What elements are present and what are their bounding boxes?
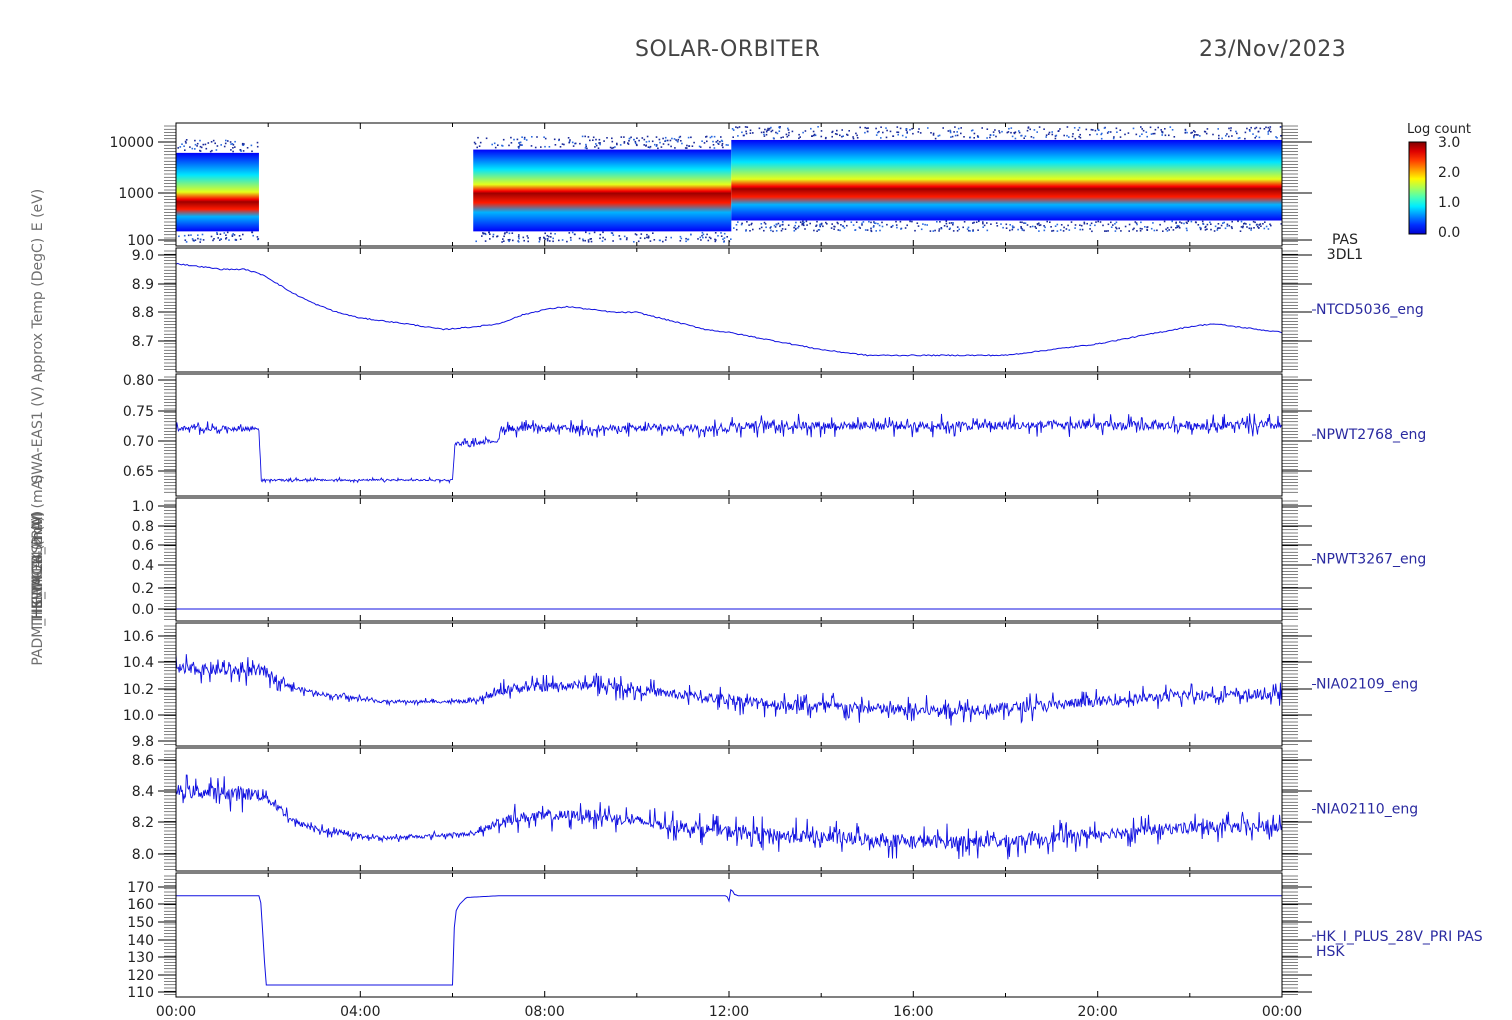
y-axis-label: E (eV) — [30, 189, 46, 231]
y-tick-label: 8.9 — [132, 277, 154, 293]
y-tick-label: 0.80 — [123, 373, 154, 389]
y-tick-label: 8.4 — [132, 784, 154, 800]
time-ticks — [175, 748, 1283, 871]
colorbar-tick-label: 1.0 — [1438, 195, 1460, 211]
minor-ticks — [164, 625, 1298, 745]
panel-side-label: PAS — [1332, 232, 1358, 248]
panel-side-label: HK_I_PLUS_28V_PRI PAS — [1316, 929, 1483, 945]
y-tick-label: 120 — [127, 968, 154, 984]
minor-ticks — [164, 500, 1298, 620]
y-tick-label: 0.75 — [123, 404, 154, 420]
panel-frame — [175, 622, 1283, 747]
y-tick-label: 160 — [127, 897, 154, 913]
y-tick-label: 0.65 — [123, 464, 154, 480]
y-tick-label: 10.0 — [123, 708, 154, 724]
x-tick-label: 16:00 — [893, 1004, 933, 1020]
colorbar-tick-label: 0.0 — [1438, 225, 1460, 241]
x-tick-label: 20:00 — [1077, 1004, 1117, 1020]
panel-side-label: NPWT3267_eng — [1316, 552, 1426, 568]
series-line — [176, 653, 1282, 726]
series-line — [176, 774, 1282, 860]
y-tick-label: 100 — [127, 233, 154, 249]
spectrogram-segment — [473, 149, 732, 232]
panel-side-label: HSK — [1316, 944, 1345, 960]
y-axis-label: SWA-EAS1 (V) — [30, 386, 46, 483]
x-tick-label: 12:00 — [709, 1004, 749, 1020]
panel-frame — [175, 747, 1283, 872]
series-line — [176, 888, 1282, 986]
x-tick-label: 00:00 — [156, 1004, 196, 1020]
x-tick-label: 08:00 — [524, 1004, 564, 1020]
series-line — [176, 413, 1282, 484]
panel-frame — [175, 247, 1283, 373]
y-tick-label: 10000 — [109, 135, 154, 151]
y-tick-label: 10.2 — [123, 682, 154, 698]
y-tick-label: 170 — [127, 880, 154, 896]
series-line — [176, 262, 1282, 357]
spectrogram — [176, 126, 1282, 243]
x-tick-label: 00:00 — [1262, 1004, 1302, 1020]
y-tick-label: 10.4 — [123, 655, 154, 671]
colorbar — [1408, 141, 1427, 235]
panel-frame — [175, 872, 1283, 998]
panel-frame — [175, 373, 1283, 497]
panel-side-label: NPWT2768_eng — [1316, 427, 1426, 443]
y-axis-label: PADM_HK_IMON_PRIM (mA) — [30, 474, 46, 665]
spectrogram-segment — [176, 152, 259, 232]
minor-ticks — [164, 250, 1298, 370]
y-tick-label: 0.4 — [132, 558, 154, 574]
y-tick-label: 150 — [127, 915, 154, 931]
colorbar-tick-label: 3.0 — [1438, 135, 1460, 151]
y-tick-label: 1000 — [118, 186, 154, 202]
spectrogram-segment — [731, 139, 1282, 221]
y-tick-label: 8.2 — [132, 815, 154, 831]
y-tick-label: 8.0 — [132, 847, 154, 863]
time-ticks — [175, 873, 1283, 997]
y-tick-label: 140 — [127, 933, 154, 949]
x-tick-label: 04:00 — [340, 1004, 380, 1020]
minor-ticks — [164, 376, 1298, 493]
time-ticks — [175, 248, 1283, 372]
y-tick-label: 9.8 — [132, 734, 154, 750]
y-tick-label: 1.0 — [132, 499, 154, 515]
minor-ticks — [164, 875, 1298, 995]
minor-ticks — [164, 750, 1298, 870]
y-tick-label: 0.6 — [132, 538, 154, 554]
y-tick-label: 8.8 — [132, 305, 154, 321]
panel-side-label: NIA02109_eng — [1316, 677, 1418, 693]
y-tick-label: 10.6 — [123, 629, 154, 645]
time-ticks — [175, 374, 1283, 496]
y-tick-label: 8.7 — [132, 334, 154, 350]
y-tick-label: 0.70 — [123, 434, 154, 450]
y-tick-label: 0.0 — [132, 602, 154, 618]
panel-frame — [175, 497, 1283, 622]
y-axis-label: Approx Temp (DegC) — [30, 238, 46, 382]
stack-plot: Log count3.02.01.00.0100001000100 PAS3DL1… — [30, 122, 1483, 1020]
y-tick-label: 110 — [127, 985, 154, 1001]
time-ticks — [175, 498, 1283, 621]
colorbar-tick-label: 2.0 — [1438, 165, 1460, 181]
panel-side-label: NTCD5036_eng — [1316, 302, 1424, 318]
panel-side-label: 3DL1 — [1327, 247, 1363, 263]
time-ticks — [175, 623, 1283, 746]
y-tick-label: 130 — [127, 950, 154, 966]
y-tick-label: 0.2 — [132, 581, 154, 597]
y-tick-label: 0.8 — [132, 519, 154, 535]
y-tick-label: 9.0 — [132, 248, 154, 264]
y-tick-label: 8.6 — [132, 753, 154, 769]
panel-side-label: NIA02110_eng — [1316, 802, 1418, 818]
